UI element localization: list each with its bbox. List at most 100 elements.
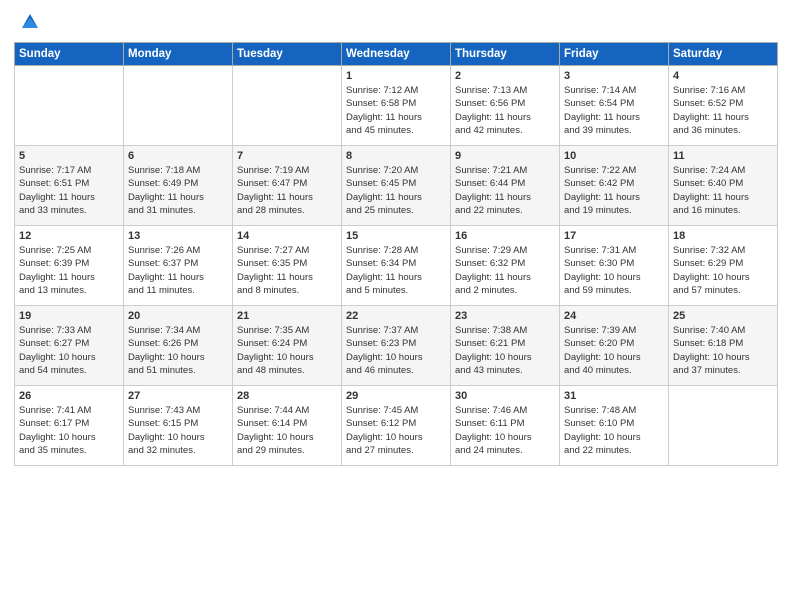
day-number: 17 (564, 230, 664, 242)
week-row-3: 12 Sunrise: 7:25 AM Sunset: 6:39 PM Dayli… (15, 226, 778, 306)
main-container: SundayMondayTuesdayWednesdayThursdayFrid… (0, 0, 792, 612)
day-info: Sunrise: 7:16 AM Sunset: 6:52 PM Dayligh… (673, 84, 773, 137)
day-cell: 12 Sunrise: 7:25 AM Sunset: 6:39 PM Dayli… (15, 226, 124, 306)
day-cell: 18 Sunrise: 7:32 AM Sunset: 6:29 PM Dayli… (669, 226, 778, 306)
day-info: Sunrise: 7:27 AM Sunset: 6:35 PM Dayligh… (237, 244, 337, 297)
day-number: 10 (564, 150, 664, 162)
day-cell: 23 Sunrise: 7:38 AM Sunset: 6:21 PM Dayli… (451, 306, 560, 386)
day-info: Sunrise: 7:25 AM Sunset: 6:39 PM Dayligh… (19, 244, 119, 297)
day-header-sunday: Sunday (15, 43, 124, 66)
day-cell: 3Sunrise: 7:14 AM Sunset: 6:54 PM Daylig… (560, 66, 669, 146)
day-info: Sunrise: 7:33 AM Sunset: 6:27 PM Dayligh… (19, 324, 119, 377)
day-number: 8 (346, 150, 446, 162)
day-number: 31 (564, 390, 664, 402)
day-info: Sunrise: 7:48 AM Sunset: 6:10 PM Dayligh… (564, 404, 664, 457)
day-number: 13 (128, 230, 228, 242)
day-cell: 8 Sunrise: 7:20 AM Sunset: 6:45 PM Daylig… (342, 146, 451, 226)
day-number: 22 (346, 310, 446, 322)
day-number: 23 (455, 310, 555, 322)
day-cell (15, 66, 124, 146)
day-cell: 26Sunrise: 7:41 AM Sunset: 6:17 PM Dayli… (15, 386, 124, 466)
day-number: 3 (564, 70, 664, 82)
day-cell: 5Sunrise: 7:17 AM Sunset: 6:51 PM Daylig… (15, 146, 124, 226)
week-row-4: 19 Sunrise: 7:33 AM Sunset: 6:27 PM Dayli… (15, 306, 778, 386)
day-info: Sunrise: 7:45 AM Sunset: 6:12 PM Dayligh… (346, 404, 446, 457)
day-number: 6 (128, 150, 228, 162)
day-info: Sunrise: 7:38 AM Sunset: 6:21 PM Dayligh… (455, 324, 555, 377)
day-number: 11 (673, 150, 773, 162)
day-info: Sunrise: 7:43 AM Sunset: 6:15 PM Dayligh… (128, 404, 228, 457)
day-info: Sunrise: 7:46 AM Sunset: 6:11 PM Dayligh… (455, 404, 555, 457)
day-cell: 22 Sunrise: 7:37 AM Sunset: 6:23 PM Dayli… (342, 306, 451, 386)
week-row-2: 5Sunrise: 7:17 AM Sunset: 6:51 PM Daylig… (15, 146, 778, 226)
day-cell: 2Sunrise: 7:13 AM Sunset: 6:56 PM Daylig… (451, 66, 560, 146)
day-info: Sunrise: 7:34 AM Sunset: 6:26 PM Dayligh… (128, 324, 228, 377)
day-info: Sunrise: 7:35 AM Sunset: 6:24 PM Dayligh… (237, 324, 337, 377)
day-cell: 24 Sunrise: 7:39 AM Sunset: 6:20 PM Dayli… (560, 306, 669, 386)
day-number: 2 (455, 70, 555, 82)
header (14, 10, 778, 34)
day-header-thursday: Thursday (451, 43, 560, 66)
day-info: Sunrise: 7:19 AM Sunset: 6:47 PM Dayligh… (237, 164, 337, 217)
day-cell: 20 Sunrise: 7:34 AM Sunset: 6:26 PM Dayli… (124, 306, 233, 386)
week-row-1: 1Sunrise: 7:12 AM Sunset: 6:58 PM Daylig… (15, 66, 778, 146)
day-cell: 9 Sunrise: 7:21 AM Sunset: 6:44 PM Daylig… (451, 146, 560, 226)
day-cell: 1Sunrise: 7:12 AM Sunset: 6:58 PM Daylig… (342, 66, 451, 146)
day-cell: 15Sunrise: 7:28 AM Sunset: 6:34 PM Dayli… (342, 226, 451, 306)
week-row-5: 26Sunrise: 7:41 AM Sunset: 6:17 PM Dayli… (15, 386, 778, 466)
day-info: Sunrise: 7:40 AM Sunset: 6:18 PM Dayligh… (673, 324, 773, 377)
day-info: Sunrise: 7:39 AM Sunset: 6:20 PM Dayligh… (564, 324, 664, 377)
day-info: Sunrise: 7:21 AM Sunset: 6:44 PM Dayligh… (455, 164, 555, 217)
day-number: 18 (673, 230, 773, 242)
day-cell: 31 Sunrise: 7:48 AM Sunset: 6:10 PM Dayli… (560, 386, 669, 466)
day-header-saturday: Saturday (669, 43, 778, 66)
day-cell: 4 Sunrise: 7:16 AM Sunset: 6:52 PM Daylig… (669, 66, 778, 146)
day-number: 4 (673, 70, 773, 82)
day-number: 16 (455, 230, 555, 242)
logo-icon (18, 10, 42, 34)
day-number: 30 (455, 390, 555, 402)
day-number: 14 (237, 230, 337, 242)
day-number: 20 (128, 310, 228, 322)
day-cell: 10 Sunrise: 7:22 AM Sunset: 6:42 PM Dayli… (560, 146, 669, 226)
calendar-table: SundayMondayTuesdayWednesdayThursdayFrid… (14, 42, 778, 466)
day-cell: 13 Sunrise: 7:26 AM Sunset: 6:37 PM Dayli… (124, 226, 233, 306)
day-cell: 30 Sunrise: 7:46 AM Sunset: 6:11 PM Dayli… (451, 386, 560, 466)
day-info: Sunrise: 7:22 AM Sunset: 6:42 PM Dayligh… (564, 164, 664, 217)
day-cell: 7 Sunrise: 7:19 AM Sunset: 6:47 PM Daylig… (233, 146, 342, 226)
day-header-friday: Friday (560, 43, 669, 66)
day-info: Sunrise: 7:28 AM Sunset: 6:34 PM Dayligh… (346, 244, 446, 297)
day-number: 29 (346, 390, 446, 402)
day-number: 1 (346, 70, 446, 82)
day-cell: 28Sunrise: 7:44 AM Sunset: 6:14 PM Dayli… (233, 386, 342, 466)
day-number: 9 (455, 150, 555, 162)
day-info: Sunrise: 7:18 AM Sunset: 6:49 PM Dayligh… (128, 164, 228, 217)
day-number: 27 (128, 390, 228, 402)
day-info: Sunrise: 7:20 AM Sunset: 6:45 PM Dayligh… (346, 164, 446, 217)
day-cell: 19 Sunrise: 7:33 AM Sunset: 6:27 PM Dayli… (15, 306, 124, 386)
header-row: SundayMondayTuesdayWednesdayThursdayFrid… (15, 43, 778, 66)
day-cell: 17 Sunrise: 7:31 AM Sunset: 6:30 PM Dayli… (560, 226, 669, 306)
day-cell: 27 Sunrise: 7:43 AM Sunset: 6:15 PM Dayli… (124, 386, 233, 466)
day-cell: 6 Sunrise: 7:18 AM Sunset: 6:49 PM Daylig… (124, 146, 233, 226)
day-cell: 11Sunrise: 7:24 AM Sunset: 6:40 PM Dayli… (669, 146, 778, 226)
day-number: 12 (19, 230, 119, 242)
day-info: Sunrise: 7:17 AM Sunset: 6:51 PM Dayligh… (19, 164, 119, 217)
day-number: 19 (19, 310, 119, 322)
day-header-wednesday: Wednesday (342, 43, 451, 66)
day-cell: 29 Sunrise: 7:45 AM Sunset: 6:12 PM Dayli… (342, 386, 451, 466)
day-header-tuesday: Tuesday (233, 43, 342, 66)
day-cell (233, 66, 342, 146)
day-info: Sunrise: 7:32 AM Sunset: 6:29 PM Dayligh… (673, 244, 773, 297)
day-info: Sunrise: 7:31 AM Sunset: 6:30 PM Dayligh… (564, 244, 664, 297)
day-cell: 16 Sunrise: 7:29 AM Sunset: 6:32 PM Dayli… (451, 226, 560, 306)
day-number: 25 (673, 310, 773, 322)
day-info: Sunrise: 7:44 AM Sunset: 6:14 PM Dayligh… (237, 404, 337, 457)
day-info: Sunrise: 7:29 AM Sunset: 6:32 PM Dayligh… (455, 244, 555, 297)
day-info: Sunrise: 7:26 AM Sunset: 6:37 PM Dayligh… (128, 244, 228, 297)
day-number: 7 (237, 150, 337, 162)
day-info: Sunrise: 7:37 AM Sunset: 6:23 PM Dayligh… (346, 324, 446, 377)
day-cell: 21 Sunrise: 7:35 AM Sunset: 6:24 PM Dayli… (233, 306, 342, 386)
day-number: 21 (237, 310, 337, 322)
day-number: 24 (564, 310, 664, 322)
